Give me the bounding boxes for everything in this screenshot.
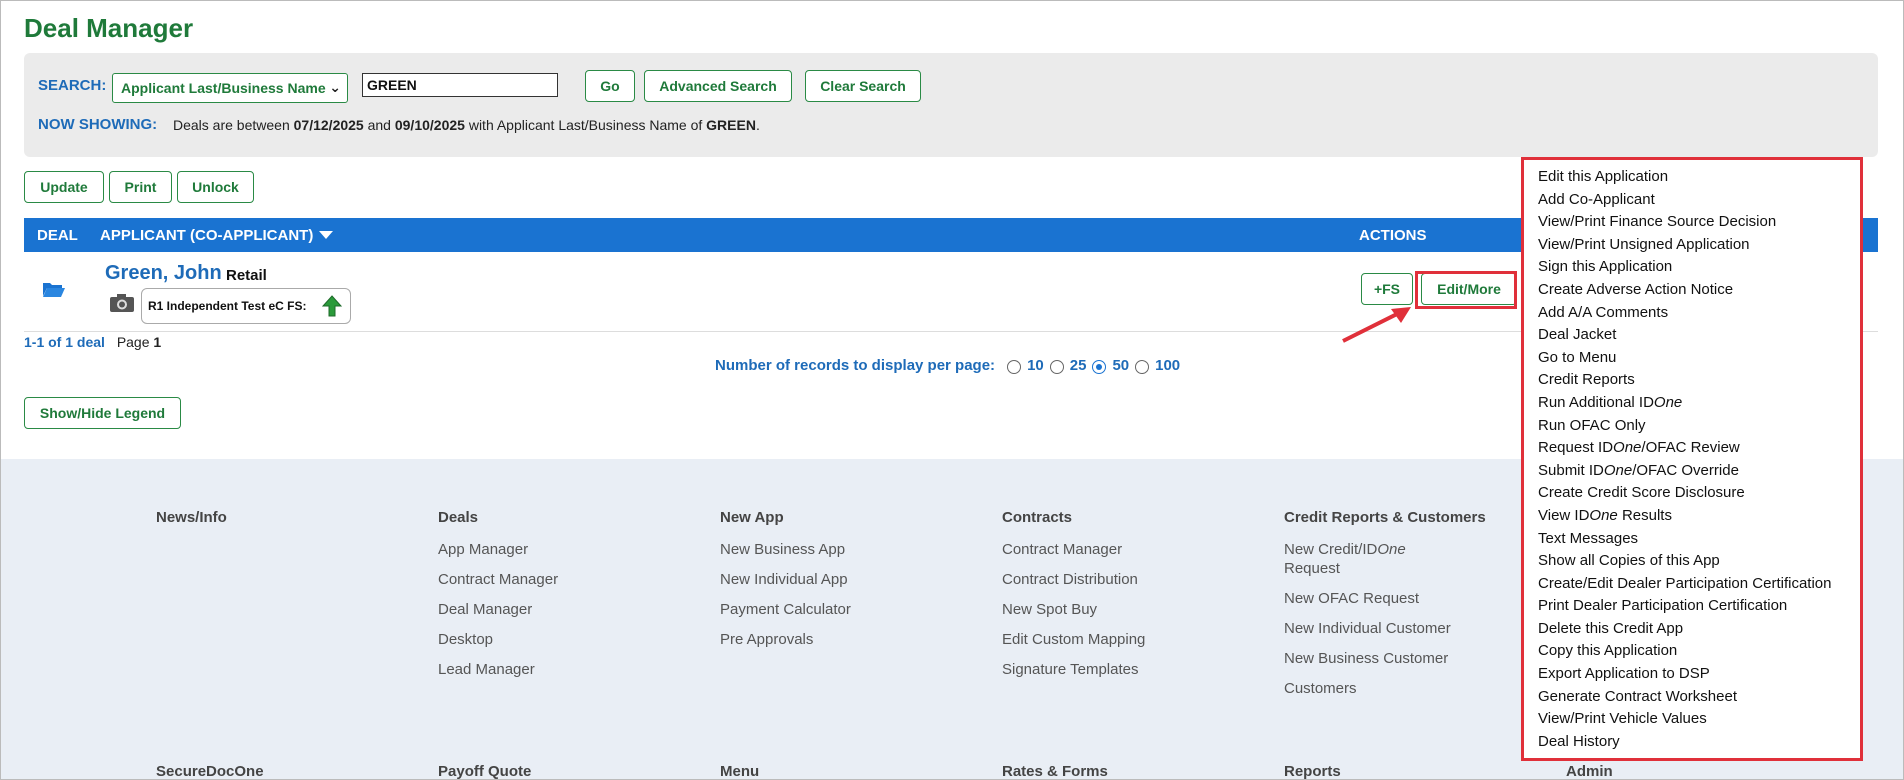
search-field-value: Applicant Last/Business Name: [121, 80, 326, 96]
sort-desc-icon: [319, 231, 334, 240]
footer-heading: Rates & Forms: [1002, 763, 1108, 780]
menu-item[interactable]: Text Messages: [1524, 530, 1860, 553]
footer-link[interactable]: Desktop: [438, 630, 558, 649]
per-page-radio-50[interactable]: [1092, 359, 1107, 374]
deal-type: Retail: [226, 267, 267, 284]
menu-item[interactable]: Generate Contract Worksheet: [1524, 688, 1860, 711]
advanced-search-button[interactable]: Advanced Search: [644, 70, 792, 102]
footer-link[interactable]: New Individual App: [720, 570, 851, 589]
footer-link[interactable]: Pre Approvals: [720, 630, 851, 649]
now-showing-text: Deals are between 07/12/2025 and 09/10/2…: [173, 117, 760, 133]
footer-link[interactable]: Edit Custom Mapping: [1002, 630, 1145, 649]
footer-link[interactable]: Contract Manager: [1002, 540, 1145, 559]
arrow-up-icon[interactable]: [322, 295, 342, 317]
unlock-button[interactable]: Unlock: [177, 171, 254, 203]
menu-item[interactable]: Copy this Application: [1524, 642, 1860, 665]
menu-item[interactable]: Go to Menu: [1524, 349, 1860, 372]
menu-item[interactable]: Delete this Credit App: [1524, 620, 1860, 643]
footer-heading: Admin: [1566, 763, 1613, 780]
add-fs-button[interactable]: +FS: [1361, 273, 1413, 305]
menu-item[interactable]: View/Print Unsigned Application: [1524, 236, 1860, 259]
chevron-down-icon: ⌄: [329, 79, 341, 95]
page-title: Deal Manager: [24, 13, 194, 43]
menu-item[interactable]: View IDOne Results: [1524, 507, 1860, 530]
menu-item[interactable]: View/Print Vehicle Values: [1524, 710, 1860, 733]
col-applicant[interactable]: APPLICANT (CO-APPLICANT): [100, 227, 334, 244]
menu-item[interactable]: Sign this Application: [1524, 258, 1860, 281]
browser-frame: Deal Manager SEARCH: Applicant Last/Busi…: [0, 0, 1904, 780]
footer-heading: SecureDocOne: [156, 763, 264, 780]
menu-item[interactable]: Edit this Application: [1524, 168, 1860, 191]
search-label: SEARCH:: [38, 77, 107, 94]
per-page-label: Number of records to display per page:: [715, 357, 996, 374]
footer-link[interactable]: New Credit/IDOne Request: [1284, 540, 1486, 578]
menu-item[interactable]: Print Dealer Participation Certification: [1524, 597, 1860, 620]
footer-link[interactable]: New Individual Customer: [1284, 619, 1486, 638]
menu-item[interactable]: Add A/A Comments: [1524, 304, 1860, 327]
menu-item[interactable]: Deal History: [1524, 733, 1860, 756]
menu-item[interactable]: Create/Edit Dealer Participation Certifi…: [1524, 575, 1860, 598]
search-field-select[interactable]: Applicant Last/Business Name ⌄: [112, 73, 348, 103]
col-actions: ACTIONS: [1359, 227, 1427, 244]
footer-col-deals: Deals App Manager Contract Manager Deal …: [438, 509, 559, 679]
menu-item[interactable]: Create Credit Score Disclosure: [1524, 484, 1860, 507]
menu-item[interactable]: Show all Copies of this App: [1524, 552, 1860, 575]
menu-item[interactable]: Deal Jacket: [1524, 326, 1860, 349]
menu-item[interactable]: Run OFAC Only: [1524, 417, 1860, 440]
footer-col-newapp: New App New Business App New Individual …: [720, 509, 851, 649]
finance-source-label: R1 Independent Test eC FS:: [148, 299, 307, 313]
footer-link[interactable]: Contract Manager: [438, 570, 558, 589]
menu-item[interactable]: Run Additional IDOne: [1524, 394, 1860, 417]
footer-col-news: News/Info: [156, 509, 227, 526]
folder-open-icon[interactable]: [42, 280, 66, 298]
update-button[interactable]: Update: [24, 171, 104, 203]
footer-link[interactable]: New Business Customer: [1284, 649, 1486, 668]
footer-link[interactable]: Signature Templates: [1002, 660, 1145, 679]
search-input[interactable]: [362, 73, 558, 97]
footer-link[interactable]: New Spot Buy: [1002, 600, 1145, 619]
print-button[interactable]: Print: [109, 171, 172, 203]
footer-link[interactable]: Lead Manager: [438, 660, 558, 679]
footer-heading: Menu: [720, 763, 760, 780]
per-page-selector: Number of records to display per page: 1…: [715, 357, 1181, 374]
footer-link[interactable]: Deal Manager: [438, 600, 558, 619]
footer-link[interactable]: App Manager: [438, 540, 558, 559]
search-panel: SEARCH: Applicant Last/Business Name ⌄ G…: [24, 53, 1878, 157]
clear-search-button[interactable]: Clear Search: [805, 70, 921, 102]
menu-item[interactable]: Credit Reports: [1524, 371, 1860, 394]
record-count: 1-1 of 1 deal: [24, 334, 105, 350]
edit-more-dropdown-menu: Edit this Application Add Co-Applicant V…: [1521, 157, 1863, 761]
footer-link[interactable]: Customers: [1284, 679, 1486, 698]
finance-source-box: R1 Independent Test eC FS:: [141, 288, 351, 324]
highlight-box: [1415, 271, 1517, 309]
menu-item[interactable]: Export Application to DSP: [1524, 665, 1860, 688]
per-page-radio-25[interactable]: [1049, 359, 1064, 374]
footer-link[interactable]: Payment Calculator: [720, 600, 851, 619]
applicant-name-link[interactable]: Green, John: [105, 262, 222, 285]
menu-item[interactable]: Add Co-Applicant: [1524, 191, 1860, 214]
menu-item[interactable]: Submit IDOne/OFAC Override: [1524, 462, 1860, 485]
footer-heading: Payoff Quote: [438, 763, 532, 780]
col-deal: DEAL: [37, 227, 78, 244]
show-hide-legend-button[interactable]: Show/Hide Legend: [24, 397, 181, 429]
pager: 1-1 of 1 deal Page 1: [24, 334, 161, 350]
per-page-radio-10[interactable]: [1007, 359, 1022, 374]
menu-item[interactable]: View/Print Finance Source Decision: [1524, 213, 1860, 236]
page-number: 1: [153, 334, 162, 350]
footer-col-contracts: Contracts Contract Manager Contract Dist…: [1002, 509, 1146, 679]
footer-link[interactable]: New OFAC Request: [1284, 589, 1486, 608]
camera-icon[interactable]: [109, 292, 135, 314]
per-page-radio-100[interactable]: [1135, 359, 1150, 374]
footer-col-credit: Credit Reports & Customers New Credit/ID…: [1284, 509, 1486, 698]
annotation-arrow: [1342, 307, 1411, 343]
menu-item[interactable]: Request IDOne/OFAC Review: [1524, 439, 1860, 462]
menu-item[interactable]: Create Adverse Action Notice: [1524, 281, 1860, 304]
go-button[interactable]: Go: [585, 70, 635, 102]
now-showing-label: NOW SHOWING:: [38, 116, 158, 133]
page-label: Page: [116, 334, 150, 350]
footer-link[interactable]: New Business App: [720, 540, 851, 559]
footer-link[interactable]: Contract Distribution: [1002, 570, 1145, 589]
footer-heading: Reports: [1284, 763, 1341, 780]
